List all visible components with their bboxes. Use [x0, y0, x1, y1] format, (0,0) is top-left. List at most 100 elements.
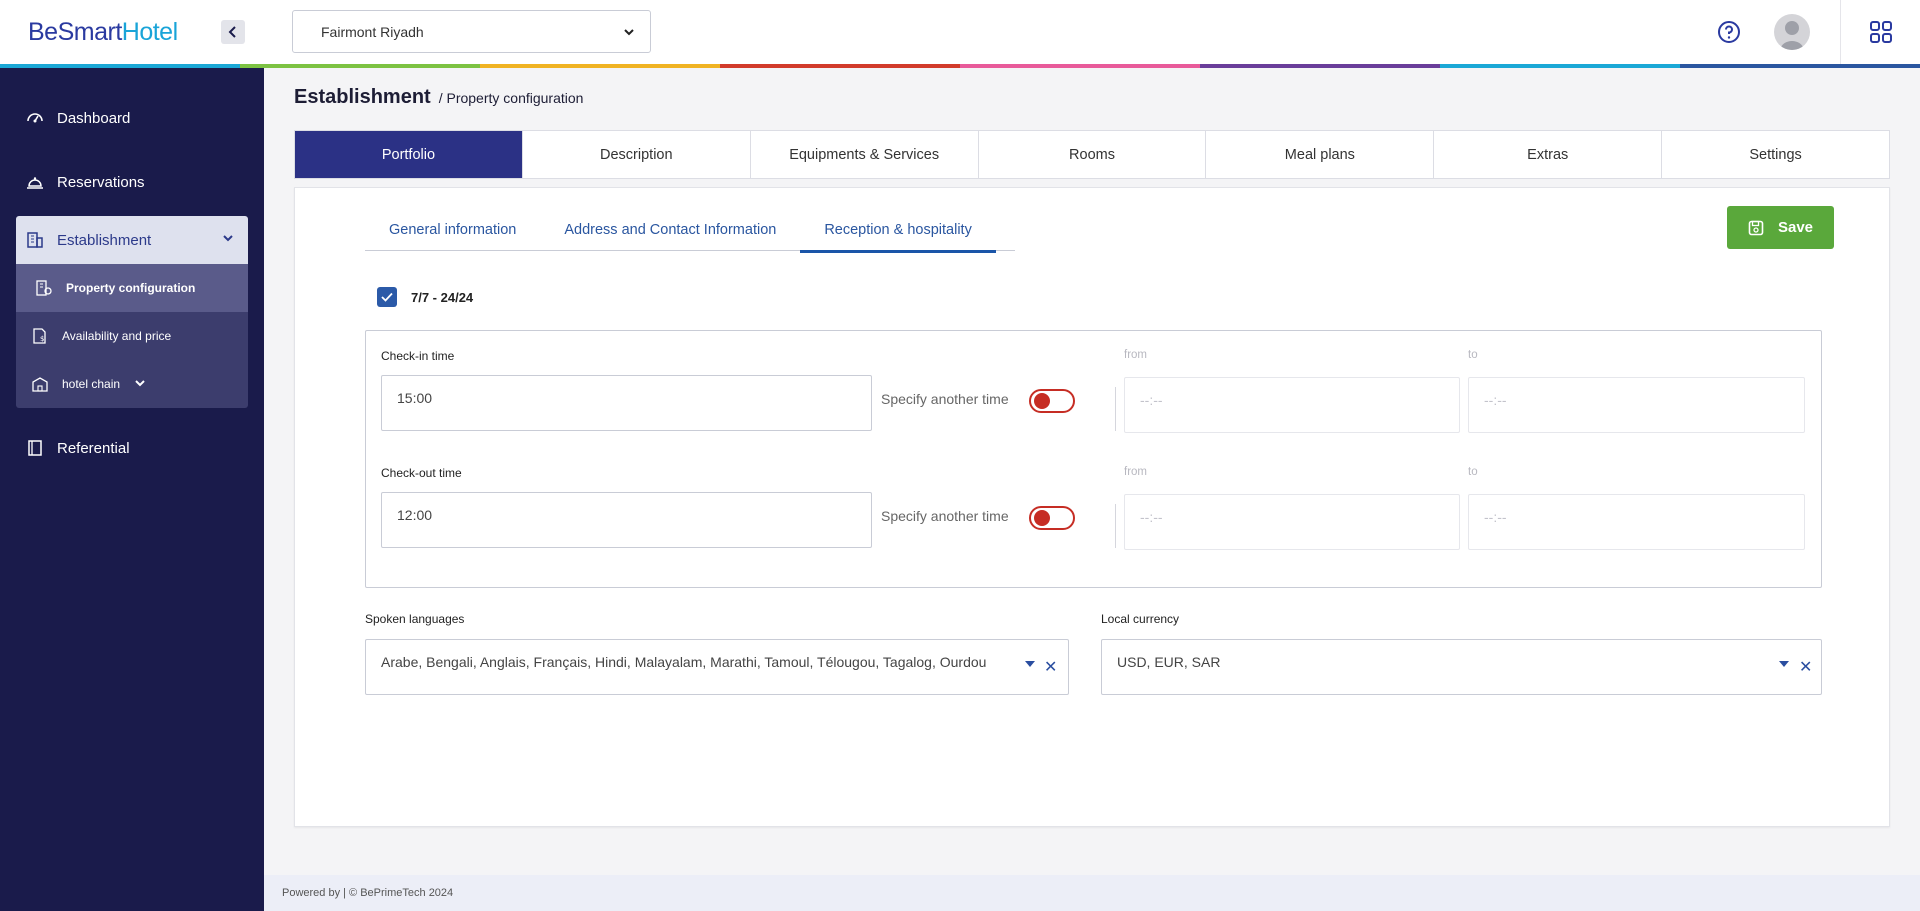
checkout-from-label: from — [1124, 466, 1147, 478]
sub-tabs: General information Address and Contact … — [365, 208, 1015, 253]
clear-icon[interactable]: ✕ — [1799, 657, 1812, 677]
checkin-time-input[interactable]: 15:00 — [381, 375, 872, 431]
portfolio-card: General information Address and Contact … — [294, 187, 1890, 827]
checkin-from-input[interactable]: --:-- — [1124, 377, 1460, 433]
subtab-reception-hospitality[interactable]: Reception & hospitality — [800, 208, 996, 253]
tab-settings[interactable]: Settings — [1662, 131, 1889, 178]
tab-meal-plans[interactable]: Meal plans — [1206, 131, 1435, 178]
svg-text:$: $ — [40, 335, 44, 343]
strip-segment — [720, 64, 960, 68]
sidebar-item-establishment[interactable]: Establishment — [16, 216, 248, 264]
checkin-label: Check-in time — [381, 349, 455, 363]
strip-segment — [960, 64, 1200, 68]
breadcrumb-current: / Property configuration — [438, 90, 584, 106]
hotel-icon — [30, 374, 50, 394]
sidebar-item-property-configuration[interactable]: Property configuration — [16, 264, 248, 312]
checkin-to-label: to — [1468, 349, 1478, 361]
gauge-icon — [25, 108, 45, 128]
topbar-divider — [1840, 0, 1841, 64]
price-document-icon: $ — [30, 326, 50, 346]
sidebar-item-label: hotel chain — [62, 377, 121, 391]
chevron-down-icon — [222, 231, 234, 248]
brand-color-strip — [0, 64, 1920, 68]
collapse-sidebar-button[interactable] — [221, 20, 245, 44]
toggle-knob — [1034, 393, 1050, 409]
sidebar-submenu: Property configuration $ Availability an… — [16, 264, 248, 408]
subtab-address-contact[interactable]: Address and Contact Information — [540, 208, 800, 251]
checkout-to-label: to — [1468, 466, 1478, 478]
caret-down-icon — [1025, 661, 1035, 667]
caret-down-icon — [1779, 661, 1789, 667]
tab-description[interactable]: Description — [523, 131, 751, 178]
subtab-general-information[interactable]: General information — [365, 208, 540, 251]
hotel-select-value: Fairmont Riyadh — [321, 23, 424, 40]
check-icon — [381, 292, 393, 302]
strip-segment — [1440, 64, 1680, 68]
sidebar-item-referential[interactable]: Referential — [0, 416, 264, 480]
main-tabs: Portfolio Description Equipments & Servi… — [294, 130, 1890, 179]
checkout-label: Check-out time — [381, 466, 462, 480]
sidebar: BeSmartHotel Dashboard Reservations Esta… — [0, 0, 264, 911]
strip-segment — [1680, 64, 1920, 68]
check-times-box: Check-in time 15:00 Specify another time… — [365, 330, 1822, 588]
page-title: Establishment — [294, 86, 431, 108]
strip-segment — [1200, 64, 1440, 68]
logo-bar: BeSmartHotel — [0, 0, 264, 64]
sidebar-item-dashboard[interactable]: Dashboard — [0, 86, 264, 150]
checkin-specify-label: Specify another time — [881, 391, 1009, 407]
languages-value: Arabe, Bengali, Anglais, Français, Hindi… — [381, 654, 987, 670]
footer: Powered by | © BePrimeTech 2024 — [264, 875, 1920, 911]
sidebar-item-label: Establishment — [57, 231, 152, 249]
sidebar-item-reservations[interactable]: Reservations — [0, 150, 264, 214]
strip-segment — [240, 64, 480, 68]
toggle-knob — [1034, 510, 1050, 526]
separator — [1115, 504, 1116, 548]
sidebar-nav: Dashboard Reservations Establishment Pro… — [0, 64, 264, 480]
book-icon — [25, 438, 45, 458]
checkout-specify-label: Specify another time — [881, 508, 1009, 524]
sidebar-item-label: Reservations — [57, 173, 145, 191]
breadcrumb: Establishment / Property configuration — [294, 86, 583, 109]
checkin-to-input[interactable]: --:-- — [1468, 377, 1805, 433]
checkout-to-input[interactable]: --:-- — [1468, 494, 1805, 550]
chevron-down-icon — [622, 25, 636, 42]
clear-icon[interactable]: ✕ — [1044, 657, 1057, 677]
building-settings-icon — [34, 278, 54, 298]
languages-select[interactable]: Arabe, Bengali, Anglais, Français, Hindi… — [365, 639, 1069, 695]
sidebar-item-label: Availability and price — [62, 329, 172, 343]
tab-portfolio[interactable]: Portfolio — [295, 131, 523, 178]
open-24-7-label: 7/7 - 24/24 — [411, 289, 474, 305]
languages-label: Spoken languages — [365, 612, 465, 626]
checkout-from-input[interactable]: --:-- — [1124, 494, 1460, 550]
checkout-time-input[interactable]: 12:00 — [381, 492, 872, 548]
currency-select[interactable]: USD, EUR, SAR ✕ — [1101, 639, 1822, 695]
strip-segment — [0, 64, 240, 68]
sidebar-item-hotel-chain[interactable]: hotel chain — [16, 360, 248, 408]
save-button[interactable]: Save — [1727, 206, 1834, 249]
currency-label: Local currency — [1101, 612, 1180, 626]
tab-rooms[interactable]: Rooms — [979, 131, 1207, 178]
tab-equipments-services[interactable]: Equipments & Services — [751, 131, 979, 178]
tab-extras[interactable]: Extras — [1434, 131, 1663, 178]
hotel-select[interactable]: Fairmont Riyadh — [292, 10, 651, 53]
bell-icon — [25, 172, 45, 192]
topbar: Fairmont Riyadh — [264, 0, 1920, 64]
sidebar-group-establishment: Establishment Property configuration $ A… — [16, 216, 248, 408]
save-icon — [1748, 220, 1764, 236]
open-24-7-row: 7/7 - 24/24 — [377, 287, 473, 307]
checkin-specify-toggle[interactable] — [1029, 389, 1075, 413]
avatar[interactable] — [1774, 14, 1810, 50]
currency-value: USD, EUR, SAR — [1117, 654, 1221, 670]
sidebar-item-label: Referential — [57, 439, 130, 457]
help-icon[interactable] — [1717, 20, 1741, 44]
sidebar-item-availability-and-price[interactable]: $ Availability and price — [16, 312, 248, 360]
logo: BeSmartHotel — [28, 17, 178, 46]
save-button-label: Save — [1777, 219, 1814, 236]
sidebar-item-label: Dashboard — [57, 109, 131, 127]
apps-grid-icon[interactable] — [1870, 21, 1892, 43]
sidebar-item-label: Property configuration — [66, 281, 196, 295]
open-24-7-checkbox[interactable] — [377, 287, 397, 307]
checkout-specify-toggle[interactable] — [1029, 506, 1075, 530]
chevron-down-icon — [134, 377, 146, 392]
building-icon — [25, 230, 45, 250]
